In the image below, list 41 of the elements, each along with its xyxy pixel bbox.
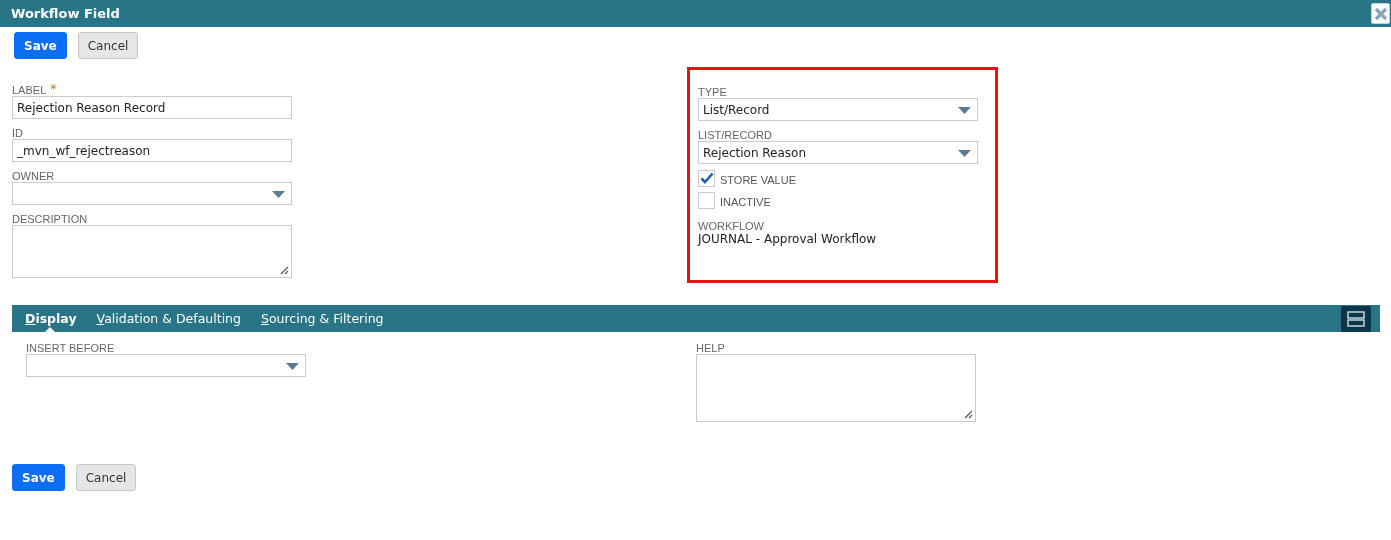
dropdown-field[interactable] [12,182,292,205]
input-field[interactable]: _mvn_wf_rejectreason [12,139,292,162]
caret-icon [272,191,285,198]
field-label: INSERT BEFORE [26,342,115,354]
close-icon [1373,6,1388,21]
field-label: LIST/RECORD [698,129,772,141]
dropdown-field[interactable]: List/Record [698,98,978,121]
field-label: WORKFLOW [698,220,764,232]
checkbox[interactable] [698,169,715,187]
field-label: DESCRIPTION [12,213,88,225]
checkbox[interactable] [698,191,715,209]
layout-button[interactable] [1341,305,1371,332]
text-area[interactable] [696,354,976,422]
required-mark: * [50,81,57,96]
split-view-icon [1347,310,1365,327]
field-label: OWNER [12,170,55,182]
close-button[interactable] [1371,3,1390,24]
dropdown-field[interactable] [26,354,306,377]
checkbox-label: INACTIVE [720,196,771,208]
save-button[interactable]: Save [12,464,65,491]
field-label: ID [12,127,23,139]
save-button[interactable]: Save [14,32,67,59]
field-label: HELP [696,342,725,354]
field-value: JOURNAL - Approval Workflow [698,232,878,246]
cancel-button[interactable]: Cancel [75,464,137,491]
tab[interactable]: Sourcing & Filtering [251,305,394,332]
caret-icon [958,107,971,114]
checkbox-label: STORE VALUE [720,174,796,186]
field-label: TYPE [698,86,727,98]
resize-grip-icon [964,410,973,419]
cancel-button[interactable]: Cancel [77,32,139,59]
resize-grip-icon [280,266,289,275]
dropdown-field[interactable]: Rejection Reason [698,141,978,164]
tab[interactable]: Display [15,305,87,332]
caret-icon [286,363,299,370]
text-area[interactable] [12,225,292,278]
tab[interactable]: Validation & Defaulting [86,305,251,332]
field-label: LABEL [12,84,47,96]
window-title: Workflow Field [11,6,120,21]
caret-icon [958,150,971,157]
input-field[interactable]: Rejection Reason Record [12,96,292,119]
